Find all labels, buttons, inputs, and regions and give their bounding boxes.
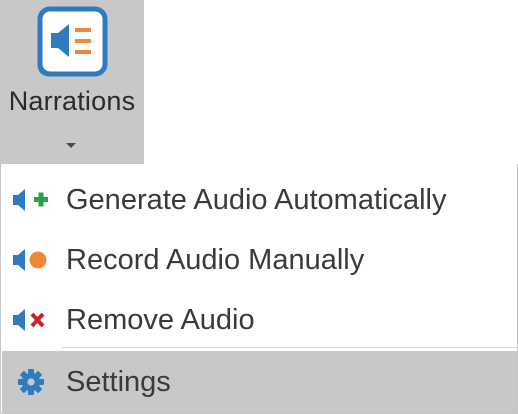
menu-separator [62,347,517,348]
menu-item-generate-audio[interactable]: Generate Audio Automatically [2,170,517,230]
menu-item-label: Record Audio Manually [66,243,365,276]
speaker-plus-icon [13,189,48,211]
menu-item-remove-audio[interactable]: Remove Audio [2,290,517,350]
menu-item-record-audio[interactable]: Record Audio Manually [2,230,517,290]
chevron-down-icon[interactable] [64,140,78,150]
gear-icon [18,369,44,395]
narrations-speaker-icon [37,6,108,77]
narrations-label: Narrations [8,86,136,116]
speaker-record-icon [13,249,47,271]
menu-item-label: Generate Audio Automatically [66,183,447,216]
speaker-remove-icon [13,309,45,331]
narrations-ribbon-button[interactable]: Narrations [0,0,144,164]
menu-item-label: Remove Audio [66,303,255,336]
narrations-dropdown-menu: Generate Audio Automatically Record Audi… [0,164,518,414]
menu-item-settings[interactable]: Settings [2,351,517,413]
menu-item-label: Settings [66,365,171,398]
